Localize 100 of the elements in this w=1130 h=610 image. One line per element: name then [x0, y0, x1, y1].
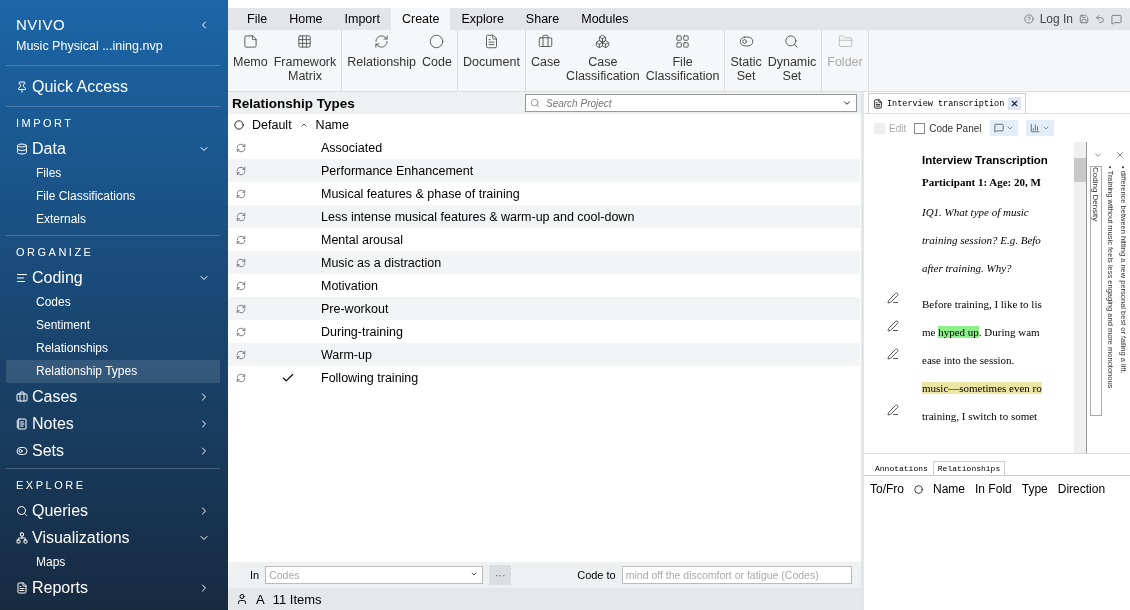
cycle-icon — [236, 372, 246, 383]
question-line: IQ1. What type of music — [922, 206, 1030, 220]
code-to-label: Code to — [577, 569, 616, 581]
ribbon-button[interactable]: Relationship — [344, 30, 420, 91]
add-column-icon[interactable] — [914, 484, 923, 494]
menu-tab[interactable]: Share — [514, 8, 571, 30]
ribbon-button[interactable]: File Classification — [642, 30, 723, 91]
document-icon — [483, 34, 499, 49]
ribbon-button[interactable]: Case Classification — [563, 30, 643, 91]
cycle-icon — [374, 34, 390, 49]
search-icon — [530, 98, 540, 108]
column-header[interactable]: Default — [252, 118, 292, 132]
boxes-icon — [595, 34, 611, 49]
chevron-down-icon[interactable] — [1092, 150, 1103, 160]
quick-access-item[interactable]: Quick Access — [6, 66, 220, 107]
sidebar-item[interactable]: Maps — [6, 551, 220, 574]
sidebar-item[interactable]: Files — [6, 162, 220, 185]
add-column-icon[interactable] — [234, 120, 244, 130]
app-logo: NVIVO — [16, 16, 66, 33]
dropdown-icon — [1041, 124, 1050, 132]
document-icon — [16, 581, 28, 594]
sidebar-item[interactable]: Sentiment — [6, 314, 220, 337]
column-header[interactable]: Direction — [1057, 482, 1106, 496]
cycle-icon — [236, 303, 246, 314]
table-cell: Performance Enhancement — [321, 163, 474, 178]
network-icon — [16, 531, 28, 544]
pin-icon — [16, 81, 28, 93]
transcript-line: ease into the session. — [922, 354, 1016, 368]
table-cell: Warm-up — [321, 347, 372, 362]
dropdown-icon[interactable] — [470, 570, 479, 578]
in-field[interactable]: Codes — [265, 566, 484, 584]
list-row[interactable]: Performance Enhancement — [228, 159, 860, 182]
font-label[interactable]: A — [256, 591, 265, 607]
list-row[interactable]: Music as a distraction — [228, 251, 860, 274]
detail-tab[interactable]: Annotations — [870, 461, 933, 475]
detail-tab[interactable]: Relationships — [932, 461, 1006, 475]
sidebar-group[interactable]: Coding — [6, 264, 220, 291]
menu-tab[interactable]: Modules — [570, 8, 640, 30]
density-label: Coding Density — [1090, 167, 1100, 222]
account-icon[interactable] — [1023, 14, 1034, 24]
ribbon-button[interactable]: Static Set — [727, 30, 765, 91]
column-header[interactable]: To/Fro — [870, 482, 904, 496]
table-cell: Associated — [321, 140, 383, 155]
ribbon-button[interactable]: Case — [527, 30, 564, 91]
sidebar-item[interactable]: Externals — [6, 208, 220, 231]
sidebar-group[interactable]: Queries — [6, 497, 220, 524]
ribbon-button[interactable]: Document — [459, 30, 523, 91]
participant-line: Participant 1: Age: 20, M — [922, 176, 1042, 190]
sidebar-item[interactable]: Relationship Types — [6, 360, 220, 383]
save-icon[interactable] — [1079, 14, 1089, 24]
cycle-icon — [236, 211, 246, 222]
table-cell: Pre-workout — [321, 301, 389, 316]
sidebar-item[interactable]: File Classifications — [6, 185, 220, 208]
sidebar-group[interactable]: Reports — [6, 574, 220, 601]
search-icon — [16, 504, 28, 517]
sidebar-item[interactable]: Relationships — [6, 337, 220, 360]
close-icon[interactable] — [1114, 150, 1125, 160]
sidebar-group[interactable]: Sets — [6, 437, 220, 464]
ribbon-button[interactable]: Framework Matrix — [270, 30, 340, 91]
code-panel-checkbox[interactable]: Code Panel — [914, 122, 982, 134]
login-link[interactable]: Log In — [1039, 12, 1073, 26]
column-header[interactable]: Name — [933, 482, 966, 496]
menu-tab[interactable]: Home — [278, 8, 334, 30]
sidebar-group[interactable]: Notes — [6, 410, 220, 437]
close-icon — [1010, 99, 1020, 108]
comment-icon[interactable] — [1111, 13, 1122, 25]
section-heading: ORGANIZE — [15, 245, 95, 260]
menu-tab[interactable]: Import — [333, 8, 391, 30]
ribbon-button[interactable]: Dynamic Set — [764, 30, 820, 91]
browse-button[interactable]: ··· — [489, 565, 512, 585]
ribbon-button[interactable]: Memo — [230, 30, 271, 91]
list-row[interactable]: Pre-workout — [228, 297, 860, 320]
project-name: Music Physical ...ining.nvp — [6, 33, 220, 66]
sidebar-item[interactable]: Codes — [6, 291, 220, 314]
sidebar-group[interactable]: Data — [6, 135, 220, 162]
ribbon-button[interactable]: Code — [419, 30, 455, 91]
user-icon[interactable] — [236, 593, 248, 605]
menu-tab[interactable]: Explore — [450, 8, 515, 30]
close-button[interactable] — [1008, 97, 1022, 110]
menu-tab[interactable]: File — [236, 8, 279, 30]
column-header[interactable]: Name — [315, 118, 349, 132]
document-tab[interactable]: Interview transcription — [868, 93, 1027, 113]
table-cell: Motivation — [321, 278, 378, 293]
list-row[interactable]: Less intense musical features & warm-up and cool-down — [228, 205, 860, 228]
list-row[interactable]: Warm-up — [228, 343, 860, 366]
sidebar-group[interactable]: Cases — [6, 383, 220, 410]
menu-tab[interactable]: Create — [390, 8, 451, 30]
code-to-field[interactable]: mind off the discomfort or fatigue (Codes) — [621, 566, 852, 584]
stripes-button[interactable] — [1025, 120, 1054, 136]
in-label: In — [250, 569, 260, 581]
scrollbar[interactable] — [1074, 142, 1086, 453]
search-field[interactable]: Search Project — [525, 94, 857, 112]
dropdown-icon[interactable] — [842, 98, 852, 108]
table-cell: Mental arousal — [321, 232, 403, 247]
sidebar-group[interactable]: Visualizations — [6, 524, 220, 551]
undo-icon[interactable] — [1095, 14, 1105, 24]
cycle-icon — [236, 165, 246, 176]
annotation-button[interactable] — [989, 120, 1018, 136]
column-header[interactable]: Type — [1021, 482, 1048, 496]
column-header[interactable]: In Fold — [975, 482, 1012, 496]
